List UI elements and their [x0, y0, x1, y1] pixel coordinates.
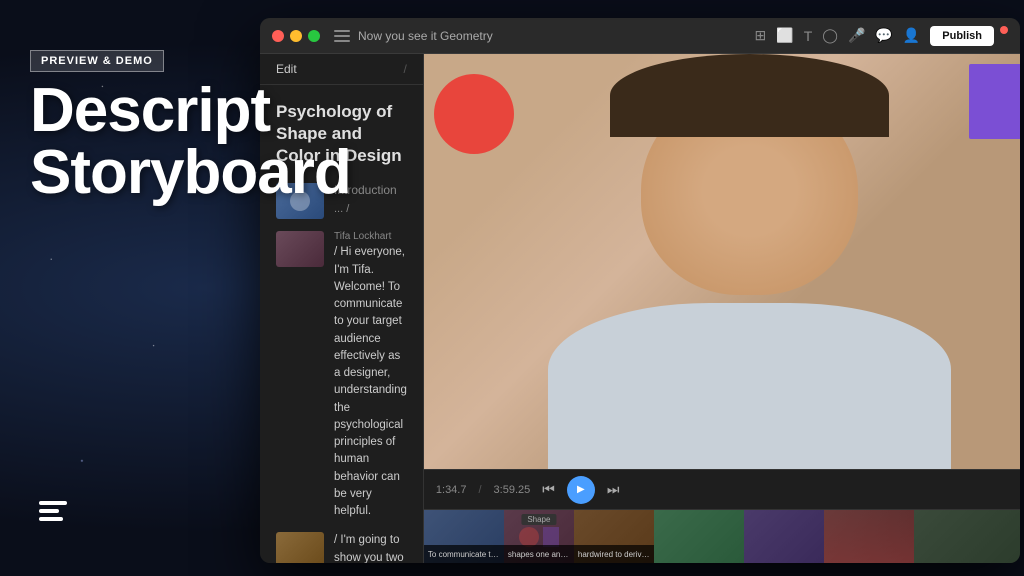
chat-icon[interactable]: 💬: [875, 27, 892, 44]
caption-text-1: To communicate to your target audience..…: [428, 550, 500, 559]
film-frame-7: [914, 510, 1020, 563]
rewind-button[interactable]: ⏮: [542, 481, 555, 498]
maximize-button[interactable]: [308, 30, 320, 42]
preview-badge: PREVIEW & DEMO: [30, 50, 164, 72]
film-frame-5: [744, 510, 824, 563]
film-frame-1: To communicate to your target audience..…: [424, 510, 504, 563]
film-frame-2: Shape shapes one and shape two...: [504, 510, 574, 563]
publish-button[interactable]: Publish: [930, 26, 994, 46]
text-icon[interactable]: T: [804, 28, 813, 44]
caption-text-2: shapes one and shape two...: [508, 550, 570, 559]
purple-rect-shape: [969, 64, 1020, 139]
brand-title-line1: Descript: [30, 80, 351, 142]
close-button[interactable]: [272, 30, 284, 42]
current-time: 1:34.7: [436, 484, 467, 496]
time-separator: /: [478, 484, 481, 496]
shapes-body: / I'm going to show you two shapes you t…: [334, 532, 407, 563]
body: [548, 303, 951, 469]
play-button[interactable]: ▶: [567, 476, 595, 504]
menu-icon[interactable]: [334, 30, 350, 42]
settings-button[interactable]: ⋮: [1018, 481, 1020, 498]
app-window: Now you see it Geometry ⊞ ⬜ T ◯ 🎤 💬 👤 Pu…: [260, 18, 1020, 563]
edit-slash: /: [404, 62, 407, 76]
caption-bar-1: To communicate to your target audience..…: [424, 545, 504, 563]
brand-title-line2: Storyboard: [30, 142, 351, 204]
notification-dot: [1000, 26, 1008, 34]
filmstrip: To communicate to your target audience..…: [424, 509, 1020, 563]
descript-logo-icon: [35, 495, 71, 531]
window-title: Now you see it Geometry: [358, 29, 747, 43]
title-bar: Now you see it Geometry ⊞ ⬜ T ◯ 🎤 💬 👤 Pu…: [260, 18, 1020, 54]
shapes-thumbnail: [276, 532, 324, 563]
caption-bar-3: hardwired to derive meaning from shapes,…: [574, 545, 654, 563]
playback-controls: 1:34.7 / 3:59.25 ⏮ ▶ ⏭ ⋮: [424, 469, 1020, 509]
shapes-text: / I'm going to show you two shapes you t…: [334, 532, 407, 563]
film-frame-3: hardwired to derive meaning from shapes,…: [574, 510, 654, 563]
film-frame-6: [824, 510, 914, 563]
tifa-text: Tifa Lockhart / Hi everyone, I'm Tifa. W…: [334, 231, 407, 520]
tifa-body: / Hi everyone, I'm Tifa. Welcome! To com…: [334, 244, 407, 520]
tifa-speaker: Tifa Lockhart: [334, 231, 407, 242]
film-frame-4: [654, 510, 744, 563]
shape-overlay: [434, 74, 514, 154]
caption-text-3: hardwired to derive meaning from shapes,…: [578, 550, 650, 559]
video-preview: [424, 54, 1020, 469]
branding-area: PREVIEW & DEMO Descript Storyboard: [30, 50, 351, 204]
mic-icon[interactable]: 🎤: [848, 27, 865, 44]
grid-icon[interactable]: ⊞: [755, 27, 767, 44]
descript-logo: [35, 495, 71, 536]
filmstrip-track: To communicate to your target audience..…: [424, 510, 1020, 563]
shapes-block: / I'm going to show you two shapes you t…: [276, 532, 407, 563]
user-icon[interactable]: 👤: [903, 27, 920, 44]
main-area: Edit / Psychology of Shape and Color in …: [260, 54, 1020, 563]
tifa-thumbnail: [276, 231, 324, 267]
minimize-button[interactable]: [290, 30, 302, 42]
caption-bar-2: shapes one and shape two...: [504, 545, 574, 563]
toolbar-icons: ⊞ ⬜ T ◯ 🎤 💬 👤 Publish: [755, 26, 1008, 46]
shapes-icon[interactable]: ◯: [822, 27, 838, 44]
total-time: 3:59.25: [494, 484, 531, 496]
forward-button[interactable]: ⏭: [607, 481, 620, 498]
red-circle-shape: [434, 74, 514, 154]
tifa-block: Tifa Lockhart / Hi everyone, I'm Tifa. W…: [276, 231, 407, 520]
image-icon[interactable]: ⬜: [776, 27, 793, 44]
hair: [610, 54, 889, 137]
brand-title: Descript Storyboard: [30, 80, 351, 204]
shape-tag: Shape: [521, 514, 556, 525]
traffic-lights: [272, 30, 320, 42]
video-panel: 1:34.7 / 3:59.25 ⏮ ▶ ⏭ ⋮ To communicate …: [424, 54, 1020, 563]
